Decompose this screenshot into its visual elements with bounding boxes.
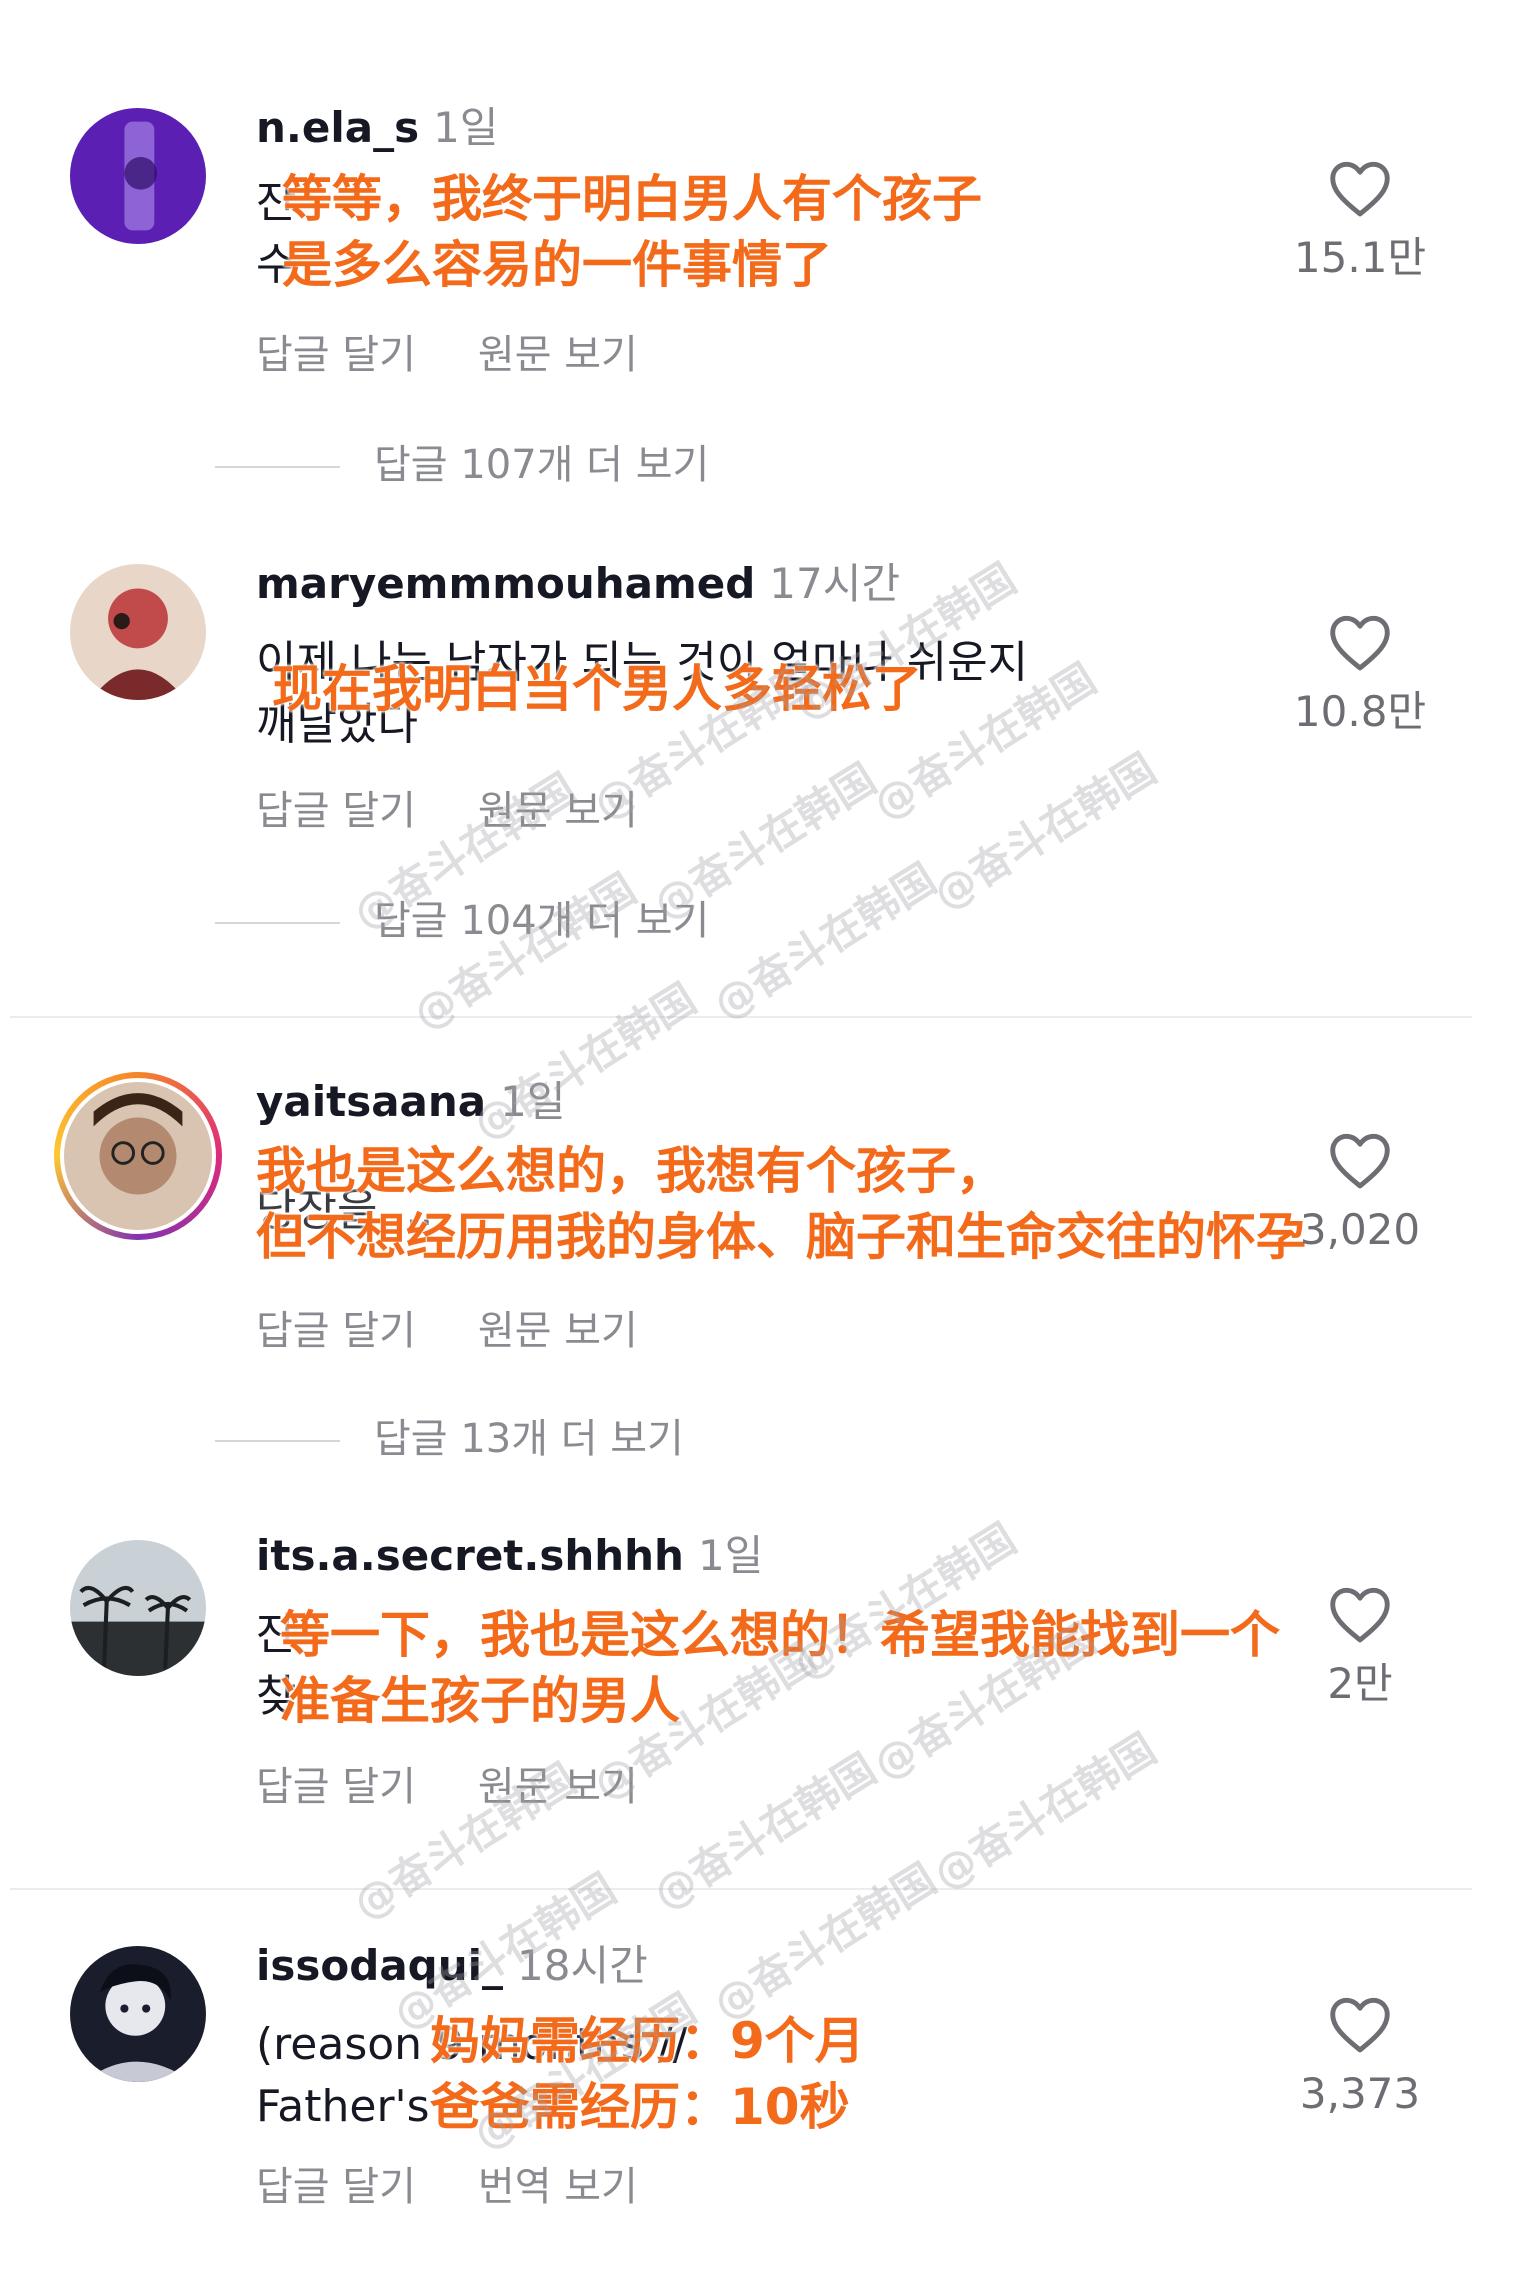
divider-line bbox=[215, 1440, 340, 1442]
timestamp: 1일 bbox=[433, 103, 499, 152]
view-more-replies[interactable]: 답글 13개 더 보기 bbox=[215, 1414, 684, 1464]
watermark: @奋斗在韩国 bbox=[924, 744, 1165, 920]
translation-overlay: 等一下，我也是这么想的！希望我能找到一个 准备生孩子的男人 bbox=[280, 1606, 1280, 1730]
timestamp: 1일 bbox=[500, 1077, 566, 1126]
view-more-replies[interactable]: 답글 107개 더 보기 bbox=[215, 440, 709, 490]
translation-overlay: 等等，我终于明白男人有个孩子 是多么容易的一件事情了 bbox=[282, 170, 982, 294]
reply-button[interactable]: 답글 달기 bbox=[256, 1762, 416, 1812]
section-divider bbox=[10, 1016, 1472, 1018]
watermark: @奋斗在韩国 bbox=[924, 1724, 1165, 1900]
translate-button[interactable]: 번역 보기 bbox=[478, 2162, 638, 2212]
view-original-button[interactable]: 원문 보기 bbox=[478, 786, 638, 836]
username[interactable]: n.ela_s bbox=[256, 103, 419, 152]
divider-line bbox=[215, 466, 340, 468]
watermark: @奋斗在韩国 bbox=[404, 864, 645, 1040]
watermark: @奋斗在韩国 bbox=[704, 1854, 945, 2030]
translation-overlay: 现在我明白当个男人多轻松了 bbox=[272, 660, 922, 718]
divider-line bbox=[215, 922, 340, 924]
timestamp: 18시간 bbox=[517, 1941, 648, 1990]
reply-button[interactable]: 답글 달기 bbox=[256, 1306, 416, 1356]
avatar[interactable] bbox=[70, 564, 206, 700]
heart-outline-icon[interactable] bbox=[1327, 1584, 1393, 1644]
view-original-button[interactable]: 원문 보기 bbox=[478, 330, 638, 380]
translation-overlay: 我也是这么想的，我想有个孩子， 但不想经历用我的身体、脑子和生命交往的怀孕 bbox=[256, 1142, 1306, 1266]
username[interactable]: its.a.secret.shhhh bbox=[256, 1531, 684, 1580]
like-count: 2만 bbox=[1327, 1659, 1393, 1708]
view-original-button[interactable]: 원문 보기 bbox=[478, 1762, 638, 1812]
avatar[interactable] bbox=[70, 108, 206, 244]
heart-outline-icon[interactable] bbox=[1327, 158, 1393, 218]
view-more-replies[interactable]: 답글 104개 더 보기 bbox=[215, 896, 709, 946]
heart-outline-icon[interactable] bbox=[1327, 612, 1393, 672]
like-count: 3,020 bbox=[1299, 1205, 1421, 1254]
username[interactable]: maryemmmouhamed bbox=[256, 559, 755, 608]
avatar[interactable] bbox=[70, 1946, 206, 2082]
like-count: 15.1만 bbox=[1293, 233, 1427, 282]
translation-overlay: 妈妈需经历：9个月 爸爸需经历：10秒 bbox=[430, 2012, 865, 2136]
username[interactable]: issodaqui_ bbox=[256, 1941, 503, 1990]
reply-button[interactable]: 답글 달기 bbox=[256, 330, 416, 380]
avatar[interactable] bbox=[64, 1082, 212, 1230]
timestamp: 17시간 bbox=[769, 559, 901, 608]
watermark: @奋斗在韩国 bbox=[644, 1744, 885, 1920]
story-ring[interactable] bbox=[54, 1072, 222, 1240]
avatar[interactable] bbox=[70, 1540, 206, 1676]
view-original-button[interactable]: 원문 보기 bbox=[478, 1306, 638, 1356]
section-divider bbox=[10, 1888, 1472, 1890]
like-count: 10.8만 bbox=[1293, 687, 1427, 736]
heart-outline-icon[interactable] bbox=[1327, 1994, 1393, 2054]
username[interactable]: yaitsaana bbox=[256, 1077, 486, 1126]
watermark: @奋斗在韩国 bbox=[704, 854, 945, 1030]
timestamp: 1일 bbox=[697, 1531, 764, 1580]
like-count: 3,373 bbox=[1299, 2069, 1421, 2118]
heart-outline-icon[interactable] bbox=[1327, 1130, 1393, 1190]
reply-button[interactable]: 답글 달기 bbox=[256, 786, 416, 836]
reply-button[interactable]: 답글 달기 bbox=[256, 2162, 416, 2212]
